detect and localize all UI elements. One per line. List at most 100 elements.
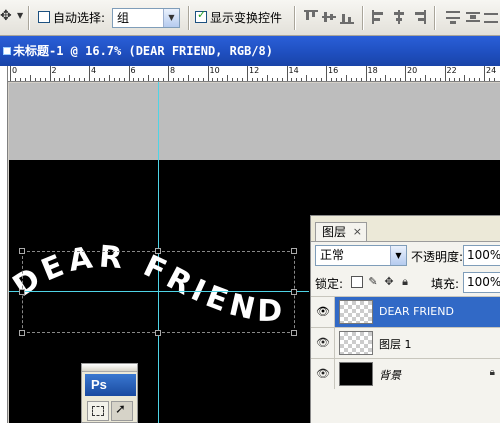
close-icon[interactable]: ×: [353, 223, 362, 241]
chevron-down-icon[interactable]: ▼: [163, 9, 179, 27]
ruler-minor-tick: [454, 78, 456, 81]
ruler-label: 24: [486, 66, 497, 75]
tab-layers[interactable]: 图层 ×: [315, 222, 367, 242]
align-right-icon[interactable]: [412, 10, 426, 24]
eye-cell: 👁︎: [311, 359, 335, 389]
ruler-label: 12: [249, 66, 260, 75]
layer-name: 背景: [379, 369, 401, 382]
vertical-ruler[interactable]: [0, 66, 8, 423]
separator: [434, 6, 436, 30]
ruler-minor-tick: [84, 78, 86, 81]
lock-all-icon[interactable]: 🔒︎: [399, 276, 411, 288]
align-hcenter-icon[interactable]: [392, 10, 406, 24]
ruler-minor-tick: [163, 78, 165, 81]
ruler-label: 16: [328, 66, 339, 75]
chevron-down-icon[interactable]: ▼: [17, 11, 23, 20]
align-left-icon[interactable]: [372, 10, 386, 24]
ruler-minor-tick: [197, 78, 199, 81]
marquee-tool-icon[interactable]: [87, 401, 109, 421]
document-title-bar[interactable]: 未标题-1 @ 16.7% (DEAR FRIEND, RGB/8): [0, 36, 500, 66]
visibility-eye-icon[interactable]: 👁︎: [315, 367, 331, 381]
ruler-minor-tick: [93, 78, 95, 81]
visibility-eye-icon[interactable]: 👁︎: [315, 305, 331, 319]
ruler-minor-tick: [232, 78, 234, 81]
distribute-vcenter-icon[interactable]: [466, 10, 480, 24]
eye-cell: 👁︎: [311, 328, 335, 358]
ruler-major-tick: [286, 66, 288, 81]
show-transform-label: 显示变换控件: [210, 11, 283, 25]
opacity-input[interactable]: 100%: [463, 245, 500, 266]
ruler-minor-tick: [24, 78, 26, 81]
chevron-down-icon[interactable]: ▼: [390, 246, 406, 265]
lock-brush-icon[interactable]: ✎: [367, 276, 379, 288]
ruler-label: 6: [130, 66, 136, 75]
ruler-minor-tick: [375, 78, 377, 81]
ruler-minor-tick: [409, 78, 411, 81]
ruler-minor-tick: [261, 78, 263, 81]
ruler-major-tick: [207, 66, 209, 81]
align-vcenter-icon[interactable]: [322, 10, 336, 24]
blend-mode-dropdown[interactable]: 正常 ▼: [315, 245, 407, 266]
distribute-top-icon[interactable]: [446, 10, 460, 24]
ruler-label: 20: [407, 66, 418, 75]
auto-select-label: 自动选择:: [53, 11, 106, 25]
auto-select-checkbox[interactable]: [38, 11, 50, 23]
ruler-minor-tick: [143, 78, 145, 81]
layer-row[interactable]: 👁︎ DEAR FRIEND: [311, 296, 500, 327]
canvas-gray-area[interactable]: [9, 83, 500, 160]
ruler-label: 18: [367, 66, 378, 75]
transform-handle-bl[interactable]: [19, 330, 25, 336]
ruler-minor-tick: [464, 75, 466, 81]
transform-bounding-box[interactable]: [22, 251, 295, 333]
transform-handle-tl[interactable]: [19, 248, 25, 254]
ruler-label: 22: [446, 66, 457, 75]
lock-position-icon[interactable]: ✥: [383, 276, 395, 288]
ruler-minor-tick: [113, 78, 115, 81]
fill-input[interactable]: 100%: [463, 272, 500, 293]
ruler-minor-tick: [34, 78, 36, 81]
ruler-major-tick: [326, 66, 327, 81]
transform-handle-tr[interactable]: [291, 248, 297, 254]
ruler-minor-tick: [296, 78, 298, 81]
ruler-minor-tick: [103, 78, 105, 81]
ruler-minor-tick: [400, 78, 402, 81]
show-transform-checkbox[interactable]: [195, 8, 207, 23]
transform-handle-bc[interactable]: [155, 330, 161, 336]
horizontal-ruler[interactable]: 0 2 4 6 8 10 12 14 16 18 20 22 24: [8, 66, 500, 82]
ruler-major-tick: [168, 66, 169, 81]
move-tool-icon[interactable]: ➚: [111, 401, 133, 421]
layer-row[interactable]: 👁︎ 背景 🔒︎: [311, 358, 500, 389]
toolbox-panel: Ps ➚: [81, 363, 138, 423]
ruler-minor-tick: [266, 75, 268, 81]
ruler-minor-tick: [242, 78, 244, 81]
ruler-minor-tick: [192, 78, 194, 81]
transform-handle-ml[interactable]: [19, 289, 25, 295]
ruler-minor-tick: [380, 78, 382, 81]
layer-row[interactable]: 👁︎ 图层 1: [311, 327, 500, 358]
auto-select-dropdown[interactable]: 组 ▼: [112, 8, 180, 28]
ruler-minor-tick: [138, 78, 140, 81]
ruler-minor-tick: [256, 78, 258, 81]
ruler-minor-tick: [395, 78, 397, 81]
transform-handle-br[interactable]: [291, 330, 297, 336]
layer-name: 图层 1: [379, 338, 412, 351]
transform-handle-tc[interactable]: [155, 248, 161, 254]
ps-logo[interactable]: Ps: [85, 374, 136, 396]
ruler-minor-tick: [108, 75, 110, 81]
visibility-eye-icon[interactable]: 👁︎: [315, 336, 331, 350]
align-top-icon[interactable]: [304, 10, 318, 24]
ruler-minor-tick: [177, 78, 179, 81]
ruler-major-tick: [10, 66, 11, 81]
move-icon[interactable]: ✥: [0, 8, 12, 24]
ruler-minor-tick: [64, 78, 66, 81]
align-bottom-icon[interactable]: [340, 10, 354, 24]
opacity-label: 不透明度:: [411, 250, 464, 264]
ruler-minor-tick: [370, 78, 372, 81]
ruler-minor-tick: [385, 75, 387, 81]
toolbox-grip[interactable]: [82, 364, 137, 372]
auto-select-value: 组: [117, 11, 130, 25]
ruler-minor-tick: [469, 78, 471, 81]
distribute-bottom-icon[interactable]: [484, 10, 498, 24]
transform-handle-mr[interactable]: [291, 289, 297, 295]
lock-transparent-icon[interactable]: [351, 276, 363, 288]
